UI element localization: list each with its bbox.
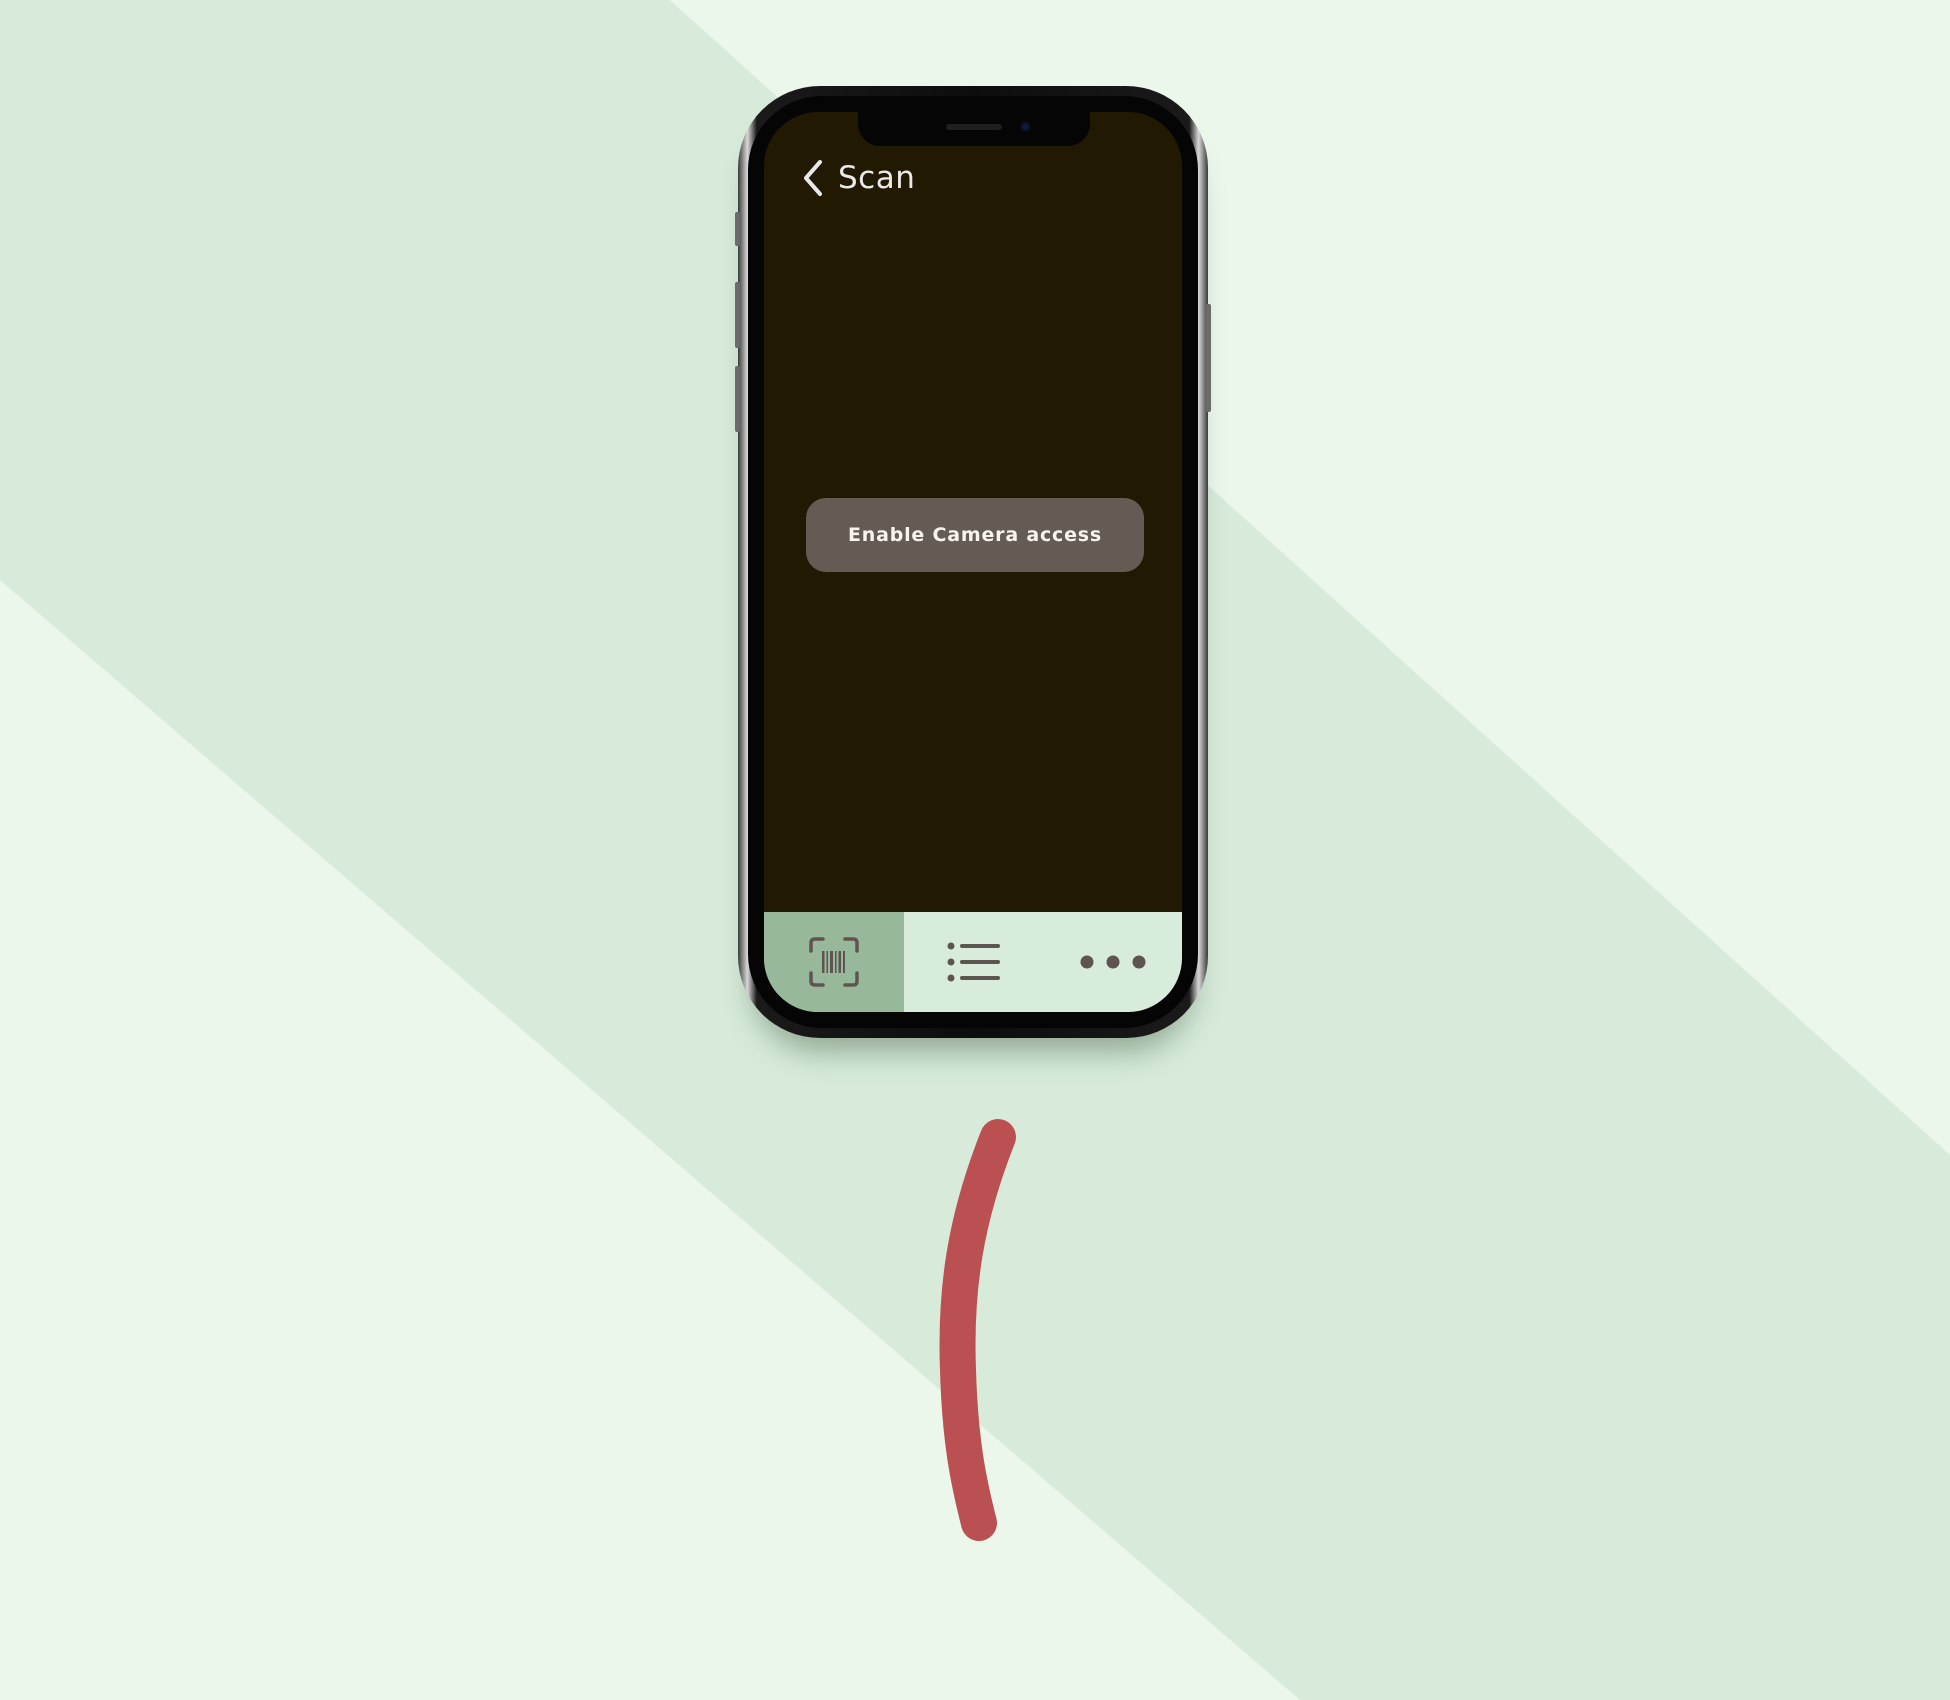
more-dots-icon [1080, 955, 1146, 969]
tab-more[interactable] [1044, 912, 1182, 1012]
speaker-grille [946, 124, 1002, 130]
back-button[interactable]: Scan [800, 158, 915, 198]
list-icon [947, 942, 1000, 982]
mute-switch [735, 212, 740, 246]
volume-up-button [735, 282, 740, 348]
page-title: Scan [838, 160, 916, 196]
notch [858, 112, 1090, 146]
app-screen: Scan Enable Camera access [764, 112, 1182, 1012]
chevron-left-icon [804, 160, 822, 196]
front-camera [1020, 121, 1031, 132]
tab-scan[interactable] [764, 912, 904, 1012]
power-button [1206, 304, 1211, 412]
volume-down-button [735, 366, 740, 432]
tab-list[interactable] [904, 912, 1044, 1012]
barcode-scan-icon [809, 937, 859, 987]
phone-frame: Scan Enable Camera access [735, 86, 1211, 1038]
tab-bar [764, 912, 1182, 1012]
enable-camera-button[interactable]: Enable Camera access [806, 498, 1144, 572]
